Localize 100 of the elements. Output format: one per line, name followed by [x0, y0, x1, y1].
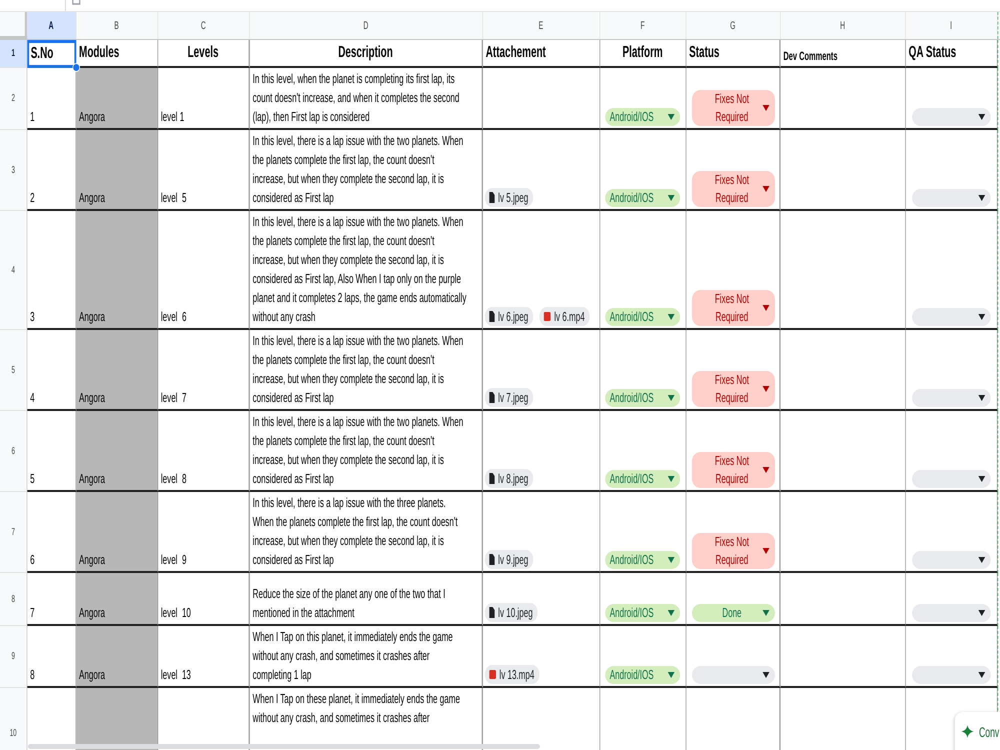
description-cell: When I Tap on this planet, it immediately ends the game without any crash, and sometimes it crashes after completing 1 lap	[250, 626, 483, 688]
column-title: S.No	[26, 40, 76, 68]
status-dropdown[interactable]: Fixes Not Required	[692, 171, 775, 207]
caret-icon	[667, 314, 674, 320]
caret-icon	[762, 305, 770, 311]
caret-icon	[762, 672, 770, 678]
table-cell: Angora	[76, 626, 158, 688]
qa-status-dropdown[interactable]	[912, 470, 990, 488]
table-cell: level 8	[158, 411, 250, 492]
column-letter[interactable]: H	[780, 12, 906, 39]
qa-status-dropdown[interactable]	[912, 389, 990, 407]
sparkle-icon	[961, 725, 974, 738]
table-cell: level 1	[158, 68, 250, 130]
qa-status-dropdown[interactable]	[912, 189, 990, 207]
file-icon	[488, 554, 494, 565]
platform-dropdown[interactable]: Android/IOS	[604, 666, 680, 684]
row-header[interactable]: 2	[0, 68, 27, 130]
table-cell: Angora	[76, 330, 158, 411]
row-header[interactable]: 4	[0, 211, 27, 330]
platform-dropdown[interactable]: Android/IOS	[604, 604, 680, 622]
attachment-chip[interactable]: lv 10.jpeg	[484, 603, 538, 622]
scrollbar-thumb[interactable]	[28, 744, 540, 749]
attachment-chip[interactable]: lv 7.jpeg	[484, 388, 534, 407]
column-title: Attachement	[482, 40, 600, 68]
platform-dropdown[interactable]: Android/IOS	[604, 308, 680, 326]
platform-dropdown[interactable]: Android/IOS	[604, 108, 680, 126]
caret-icon	[667, 476, 674, 482]
column-title: Dev Comments	[780, 40, 906, 68]
caret-icon	[762, 610, 770, 616]
caret-icon	[762, 467, 770, 473]
status-dropdown[interactable]	[692, 666, 775, 684]
qa-status-dropdown[interactable]	[912, 604, 990, 622]
row-header[interactable]: 5	[0, 330, 27, 411]
qa-status-dropdown[interactable]	[912, 308, 990, 326]
row-header[interactable]: 6	[0, 411, 27, 492]
table-cell: Angora	[76, 211, 158, 330]
status-dropdown[interactable]: Fixes Not Required	[692, 90, 775, 126]
floating-button[interactable]: Conv	[954, 712, 1000, 750]
column-letter[interactable]: C	[158, 12, 250, 39]
file-icon	[488, 192, 494, 203]
platform-dropdown[interactable]: Android/IOS	[604, 389, 680, 407]
table-cell: Angora	[76, 573, 158, 626]
table-cell: Angora	[76, 68, 158, 130]
caret-icon	[978, 610, 985, 616]
toolbar-icon[interactable]	[72, 0, 81, 5]
table-cell: Angora	[76, 492, 158, 573]
column-title: Status	[686, 40, 780, 68]
table-cell: Angora	[76, 130, 158, 211]
column-title: Description	[250, 40, 483, 68]
platform-dropdown[interactable]: Android/IOS	[604, 189, 680, 207]
row-header[interactable]: 9	[0, 626, 27, 688]
column-letter[interactable]: E	[482, 12, 600, 39]
video-icon	[488, 670, 496, 679]
row-header[interactable]: 1	[0, 40, 27, 68]
column-letter[interactable]: D	[250, 12, 483, 39]
column-letter[interactable]: G	[686, 12, 780, 39]
attachment-chip[interactable]: lv 6.mp4	[539, 307, 590, 326]
status-dropdown[interactable]: Fixes Not Required	[692, 371, 775, 407]
qa-status-dropdown[interactable]	[912, 551, 990, 569]
caret-icon	[667, 395, 674, 401]
table-cell: level 13	[158, 626, 250, 688]
video-icon	[544, 312, 550, 321]
status-dropdown[interactable]: Done	[692, 604, 775, 622]
row-header[interactable]: 10	[0, 688, 27, 750]
description-cell: In this level, there is a lap issue with the three planets. When the planets complete the first lap, the count doesn't increase, but when they complete the second lap, it is considered as First lap	[250, 492, 483, 573]
attachment-chip[interactable]: lv 5.jpeg	[484, 188, 534, 207]
platform-dropdown[interactable]: Android/IOS	[604, 470, 680, 488]
table-cell: level 10	[158, 573, 250, 626]
status-dropdown[interactable]: Fixes Not Required	[692, 452, 775, 488]
qa-status-dropdown[interactable]	[912, 108, 990, 126]
column-letter[interactable]: B	[76, 12, 158, 39]
attachment-chip[interactable]: lv 6.jpeg	[484, 307, 534, 326]
caret-icon	[978, 476, 985, 482]
file-icon	[488, 473, 494, 484]
caret-icon	[762, 548, 770, 554]
description-cell: In this level, there is a lap issue with the two planets. When the planets complete the first lap, the count doesn't increase, but when they complete the second lap, it is considered as First lap	[250, 330, 483, 411]
row-header[interactable]: 7	[0, 492, 27, 573]
caret-icon	[762, 186, 770, 192]
caret-icon	[667, 672, 674, 678]
column-letter[interactable]: A	[26, 12, 76, 39]
status-dropdown[interactable]: Fixes Not Required	[692, 290, 775, 326]
row-header[interactable]: 8	[0, 573, 27, 626]
platform-dropdown[interactable]: Android/IOS	[604, 551, 680, 569]
caret-icon	[978, 314, 985, 320]
row-header[interactable]: 3	[0, 130, 27, 211]
file-icon	[488, 607, 494, 618]
caret-icon	[978, 195, 985, 201]
qa-status-dropdown[interactable]	[912, 666, 990, 684]
caret-icon	[667, 557, 674, 563]
attachment-chip[interactable]: lv 8.jpeg	[484, 469, 534, 488]
attachment-chip[interactable]: lv 9.jpeg	[484, 550, 534, 569]
caret-icon	[978, 395, 985, 401]
select-all-corner[interactable]	[0, 12, 27, 39]
attachment-chip[interactable]: lv 13.mp4	[484, 665, 540, 684]
status-dropdown[interactable]: Fixes Not Required	[692, 533, 775, 569]
column-letter[interactable]: F	[600, 12, 686, 39]
column-title: QA Status	[906, 40, 998, 68]
column-letter[interactable]: I	[906, 12, 998, 39]
caret-icon	[978, 114, 985, 120]
fill-handle[interactable]	[72, 63, 80, 72]
